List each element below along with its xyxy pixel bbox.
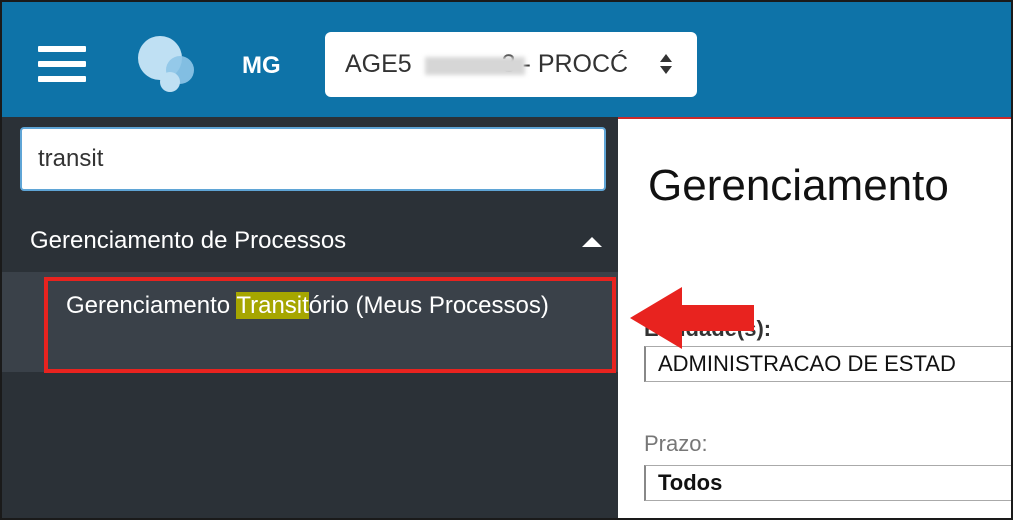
prazo-select[interactable]: Todos <box>644 465 1011 501</box>
red-arrow-icon <box>630 287 754 349</box>
top-bar: MG AGE5 3 - PROCĆ <box>2 2 1011 117</box>
search-match-highlight: Transit <box>236 292 309 319</box>
unit-field[interactable]: ADMINISTRACAO DE ESTAD <box>644 346 1011 382</box>
prazo-label: Prazo: <box>644 431 708 456</box>
sidebar-group-label: Gerenciamento de Processos <box>30 227 347 254</box>
sidebar: Gerenciamento de Processos Gerenciamento… <box>2 117 618 518</box>
unit-select[interactable]: AGE5 3 - PROCĆ <box>325 32 697 97</box>
org-code: MG <box>242 52 281 79</box>
hamburger-icon[interactable] <box>38 46 86 84</box>
app-window: MG AGE53 - PROCĆ Gerenciamento de Proces… <box>0 0 1013 520</box>
caret-up-icon <box>582 237 602 247</box>
unit-select-value: AGE5 3 - PROCĆ <box>345 50 629 78</box>
menu-search-input[interactable] <box>20 127 606 191</box>
page-title: Gerenciamento <box>648 161 949 210</box>
sidebar-item-label: Gerenciamento Transitório (Meus Processo… <box>66 292 549 319</box>
sidebar-item-gerenciamento-transitorio[interactable]: Gerenciamento Transitório (Meus Processo… <box>44 277 616 373</box>
app-logo-icon <box>138 36 194 92</box>
sidebar-group-gerenciamento-de-processos[interactable]: Gerenciamento de Processos <box>2 217 618 269</box>
sort-arrows-icon <box>660 54 672 74</box>
